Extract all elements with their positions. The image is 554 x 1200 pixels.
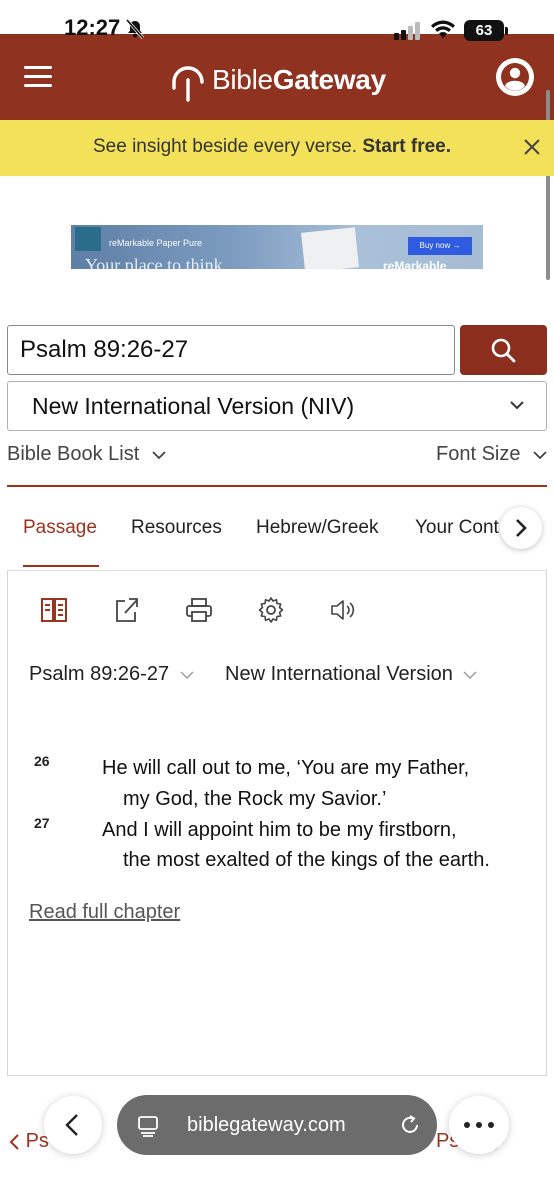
active-tab-indicator bbox=[23, 565, 99, 567]
version-select-value: New International Version (NIV) bbox=[32, 393, 355, 419]
chevron-down-icon bbox=[533, 451, 547, 459]
chevron-down-icon bbox=[463, 671, 477, 679]
verse-number: 26 bbox=[34, 753, 50, 769]
logo-text: BibleGateway bbox=[212, 64, 386, 95]
bible-book-list-link[interactable]: Bible Book List bbox=[7, 443, 167, 466]
close-icon[interactable] bbox=[522, 137, 542, 157]
page-scrollbar[interactable] bbox=[546, 90, 550, 280]
tab-hebrew-greek[interactable]: Hebrew/Greek bbox=[256, 517, 379, 539]
chevron-down-icon bbox=[180, 671, 194, 679]
passage-tabs: Passage Resources Hebrew/Greek Your Cont bbox=[0, 505, 554, 569]
chevron-left-icon bbox=[9, 1134, 19, 1150]
browser-url: biblegateway.com bbox=[187, 1114, 346, 1136]
browser-address-bar[interactable]: biblegateway.com bbox=[117, 1095, 437, 1155]
hamburger-menu-icon[interactable] bbox=[24, 66, 52, 88]
audio-icon[interactable] bbox=[329, 596, 357, 624]
ad-buy-button[interactable]: Buy now → bbox=[408, 237, 472, 255]
ad-device-image bbox=[301, 227, 359, 269]
verse-line: the most exalted of the kings of the ear… bbox=[123, 849, 490, 871]
ad-logo: reMarkable bbox=[383, 259, 447, 269]
passage-search-input[interactable]: Psalm 89:26-27 bbox=[7, 325, 455, 375]
search-icon bbox=[491, 338, 516, 363]
passage-reference-select[interactable]: Psalm 89:26-27 bbox=[29, 663, 195, 686]
promo-text: See insight beside every verse. Start fr… bbox=[92, 136, 452, 157]
status-time: 12:27 bbox=[64, 15, 121, 40]
verse-line: my God, the Rock my Savior.’ bbox=[123, 788, 387, 810]
chevron-left-icon bbox=[65, 1114, 78, 1136]
bell-muted-icon bbox=[125, 19, 145, 39]
tab-passage[interactable]: Passage bbox=[23, 517, 97, 539]
signal-icon bbox=[394, 22, 420, 40]
divider bbox=[7, 485, 547, 487]
ad-brand: reMarkable Paper Pure bbox=[109, 238, 203, 248]
font-size-link[interactable]: Font Size bbox=[436, 443, 548, 466]
read-full-chapter-link[interactable]: Read full chapter bbox=[29, 901, 180, 924]
share-icon[interactable] bbox=[114, 596, 140, 624]
ad-tagline: Your place to think bbox=[85, 255, 223, 269]
logo-mark-icon bbox=[172, 66, 204, 102]
battery-tip bbox=[505, 27, 508, 35]
promo-cta[interactable]: Start free. bbox=[362, 136, 451, 157]
version-select[interactable]: New International Version (NIV) bbox=[7, 381, 547, 431]
verse-line: He will call out to me, ‘You are my Fath… bbox=[102, 757, 470, 779]
browser-more-menu-icon[interactable] bbox=[449, 1096, 509, 1154]
status-bar: 12:27 63 bbox=[0, 0, 554, 41]
tabs-scroll-right-button[interactable] bbox=[500, 507, 542, 549]
verse-number: 27 bbox=[34, 815, 50, 831]
search-button[interactable] bbox=[460, 325, 547, 375]
tabs-icon bbox=[138, 1116, 158, 1137]
advertisement-banner[interactable]: reMarkable Paper Pure Your place to thin… bbox=[71, 225, 483, 269]
wifi-icon bbox=[431, 20, 455, 38]
chevron-down-icon bbox=[152, 451, 166, 459]
tab-resources[interactable]: Resources bbox=[131, 517, 222, 539]
print-icon[interactable] bbox=[185, 596, 213, 624]
ad-play-icon bbox=[75, 227, 101, 251]
chevron-down-icon bbox=[510, 401, 524, 410]
passage-version-select[interactable]: New International Version bbox=[225, 663, 478, 686]
browser-back-button[interactable] bbox=[44, 1096, 102, 1154]
chevron-right-icon bbox=[516, 519, 527, 537]
verse-line: And I will appoint him to be my firstbor… bbox=[102, 819, 457, 841]
settings-icon[interactable] bbox=[257, 596, 285, 624]
promo-banner[interactable]: See insight beside every verse. Start fr… bbox=[0, 120, 554, 176]
account-avatar-icon[interactable] bbox=[496, 58, 534, 96]
reload-icon[interactable] bbox=[399, 1114, 421, 1136]
parallel-icon[interactable] bbox=[40, 596, 68, 624]
battery-level: 63 bbox=[464, 20, 504, 41]
tab-your-content[interactable]: Your Cont bbox=[415, 517, 499, 539]
